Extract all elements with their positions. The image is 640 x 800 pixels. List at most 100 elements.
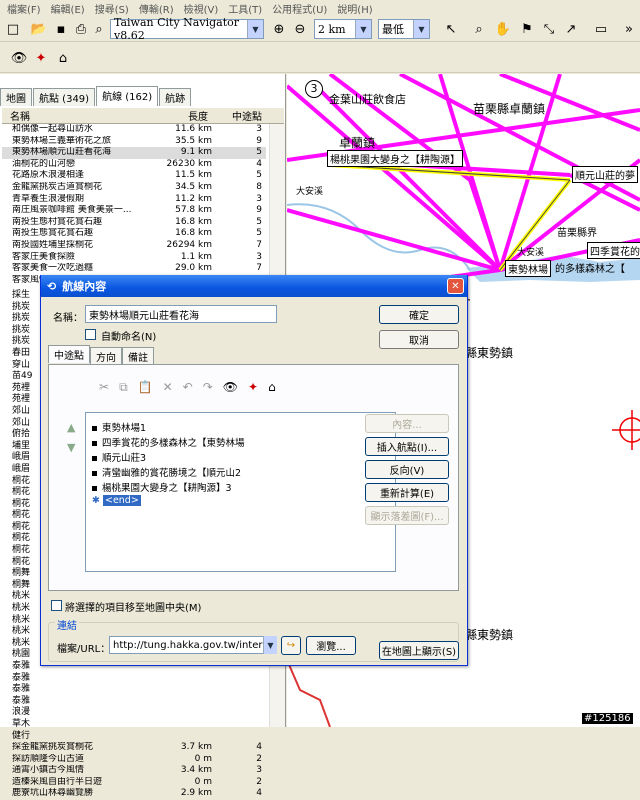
table-row[interactable]: 埔里: [12, 438, 42, 451]
open-link-icon[interactable]: ↪: [281, 636, 301, 655]
map-waypoint-label[interactable]: 順元山莊的夢: [572, 166, 638, 183]
zoom-tool-icon[interactable]: ⌕: [470, 20, 488, 38]
tab-via-points[interactable]: 中途點: [48, 345, 90, 363]
col-name[interactable]: 名稱: [2, 108, 142, 123]
table-row[interactable]: 東勢林場三義華術花之旅 35.5 km 9: [2, 136, 266, 148]
auto-name-checkbox[interactable]: [85, 329, 96, 340]
cancel-button[interactable]: 取消: [379, 330, 459, 349]
table-row[interactable]: 客家美食一次吃過癮 29.0 km 7: [2, 263, 266, 275]
table-row[interactable]: 穿山: [12, 357, 42, 370]
table-row[interactable]: 通霄小鎮古今風情 3.4 km 3: [2, 765, 266, 777]
menu-item[interactable]: 傳輸(R): [134, 1, 179, 16]
list-item[interactable]: 順元山莊3: [92, 450, 146, 464]
table-row[interactable]: 花路原木浪漫相逢 11.5 km 5: [2, 170, 266, 182]
pan-hand-icon[interactable]: ✋: [494, 20, 512, 38]
table-row[interactable]: 泰雅: [12, 681, 42, 694]
move-down-icon[interactable]: ▼: [67, 441, 75, 454]
table-row[interactable]: 南投國姓埔里採桐花 26294 km 7: [2, 240, 266, 252]
find-address-icon[interactable]: ⌂: [268, 380, 276, 395]
table-row[interactable]: 桐花: [12, 519, 42, 532]
table-row[interactable]: 挑炭: [12, 299, 42, 312]
table-row[interactable]: 健行: [12, 728, 42, 741]
select-tool-icon[interactable]: ↖: [442, 20, 460, 38]
menu-item[interactable]: 檢視(V): [179, 1, 224, 16]
table-row[interactable]: 桃米: [12, 635, 42, 648]
show-on-map-button[interactable]: 在地圖上顯示(S): [379, 641, 459, 660]
elevation-profile-button[interactable]: 顯示落差圖(F)...: [365, 506, 449, 525]
col-length[interactable]: 長度: [142, 108, 212, 123]
table-row[interactable]: 桐舞: [12, 565, 42, 578]
list-item[interactable]: 四季賞花的多樣森林之【東勢林場: [92, 435, 245, 449]
list-item[interactable]: 楊桃果園大變身之【耕陶源】3: [92, 480, 232, 494]
map-waypoint-label[interactable]: 四季賞花的多: [587, 242, 640, 259]
table-row[interactable]: 桐花: [12, 473, 42, 486]
map-waypoint-label[interactable]: 楊桃果園大變身之【耕陶源】: [327, 150, 463, 167]
table-row[interactable]: 造榛采風自由行半日遊 0 m 2: [2, 777, 266, 789]
table-row[interactable]: 泰雅: [12, 693, 42, 706]
menu-item[interactable]: 工具(T): [223, 1, 267, 16]
tab-waypoints[interactable]: 航點 (349): [33, 88, 96, 106]
redo-icon[interactable]: ↷: [203, 380, 213, 395]
list-item[interactable]: 清蠻幽雅的賞花勝境之【順元山2: [92, 465, 241, 479]
tab-notes[interactable]: 備註: [122, 347, 154, 365]
copy-icon[interactable]: ⧉: [119, 380, 128, 395]
recalculate-button[interactable]: 重新計算(E): [365, 483, 449, 502]
ok-button[interactable]: 確定: [379, 305, 459, 324]
measure-icon[interactable]: ▭: [592, 20, 610, 38]
table-row[interactable]: 桃米: [12, 623, 42, 636]
detail-select[interactable]: 最低 ▼: [378, 19, 430, 39]
move-up-icon[interactable]: ▲: [67, 421, 75, 434]
table-row[interactable]: 桐花: [12, 507, 42, 520]
find-address-icon[interactable]: ⌂: [54, 49, 72, 67]
new-file-icon[interactable]: □: [4, 20, 22, 38]
table-row[interactable]: 南庄風景咖啡館 美食美景一... 57.8 km 9: [2, 205, 266, 217]
table-row[interactable]: 峨眉: [12, 461, 42, 474]
binoculars-icon[interactable]: 👁: [223, 380, 238, 395]
dialog-titlebar[interactable]: ⟲ 航線內容: [41, 275, 467, 297]
table-row[interactable]: 桃米: [12, 600, 42, 613]
table-row[interactable]: 桐花: [12, 542, 42, 555]
zoom-out-icon[interactable]: ⊖: [291, 20, 309, 38]
more-icon[interactable]: »: [620, 20, 638, 38]
tab-direction[interactable]: 方向: [90, 347, 122, 365]
table-row[interactable]: 春田: [12, 345, 42, 358]
reverse-button[interactable]: 反向(V): [365, 460, 449, 479]
undo-icon[interactable]: ↶: [183, 380, 193, 395]
delete-icon[interactable]: ✕: [163, 380, 173, 395]
waypoint-flag-icon[interactable]: ⚑: [518, 20, 536, 38]
table-row[interactable]: 草木: [12, 716, 42, 729]
col-via[interactable]: 中途點: [212, 108, 266, 123]
route-name-input[interactable]: 東勢林場順元山莊看花海: [85, 305, 277, 323]
table-row[interactable]: 油桐花的山河戀 26230 km 4: [2, 159, 266, 171]
track-tool-icon[interactable]: ↗: [562, 20, 580, 38]
table-row[interactable]: 桃米: [12, 588, 42, 601]
table-row[interactable]: 桐花: [12, 496, 42, 509]
via-point-list[interactable]: 東勢林場1 四季賞花的多樣森林之【東勢林場 順元山莊3 清蠻幽雅的賞花勝境之【順元山2…: [85, 412, 396, 572]
url-dropdown[interactable]: ▼: [263, 636, 277, 654]
open-folder-icon[interactable]: 📂: [30, 20, 48, 38]
menu-item[interactable]: 編輯(E): [46, 1, 90, 16]
menu-item[interactable]: 公用程式(U): [267, 1, 332, 16]
table-row[interactable]: 鹿寮坑山林尋幽覽勝 2.9 km 4: [2, 788, 266, 800]
table-row[interactable]: 東勢林場順元山莊看花海 9.1 km 5: [2, 147, 266, 159]
table-row[interactable]: 挑炭: [12, 310, 42, 323]
table-row[interactable]: 探金龍窯挑炭賞桐花 3.7 km 4: [2, 742, 266, 754]
table-row[interactable]: 桐花: [12, 484, 42, 497]
table-row[interactable]: 南投生態賞花賞石趣 16.8 km 5: [2, 228, 266, 240]
map-waypoint-label[interactable]: 東勢林場: [505, 260, 551, 277]
insert-waypoint-button[interactable]: 插入航點(I)...: [365, 437, 449, 456]
table-row[interactable]: 探訪順隆今山古道 0 m 2: [2, 754, 266, 766]
table-row[interactable]: 桐舞: [12, 577, 42, 590]
table-row[interactable]: 苑裡: [12, 391, 42, 404]
binoculars-icon[interactable]: 👁: [10, 49, 28, 67]
paste-icon[interactable]: 📋: [138, 380, 153, 395]
table-row[interactable]: 桃園: [12, 646, 42, 659]
table-row[interactable]: 金龍窯挑炭古道賞桐花 34.5 km 8: [2, 182, 266, 194]
center-map-checkbox[interactable]: [51, 600, 62, 611]
menu-item[interactable]: 搜尋(S): [90, 1, 134, 16]
url-input[interactable]: http://tung.hakka.gov.tw/internet/en/: [109, 636, 276, 654]
table-row[interactable]: 青草養生浪漫假期 11.2 km 3: [2, 194, 266, 206]
product-select[interactable]: Taiwan City Navigator v8.62 ▼: [110, 16, 264, 42]
tab-routes[interactable]: 航線 (162): [96, 86, 159, 106]
zoom-in-icon[interactable]: ⊕: [270, 20, 288, 38]
